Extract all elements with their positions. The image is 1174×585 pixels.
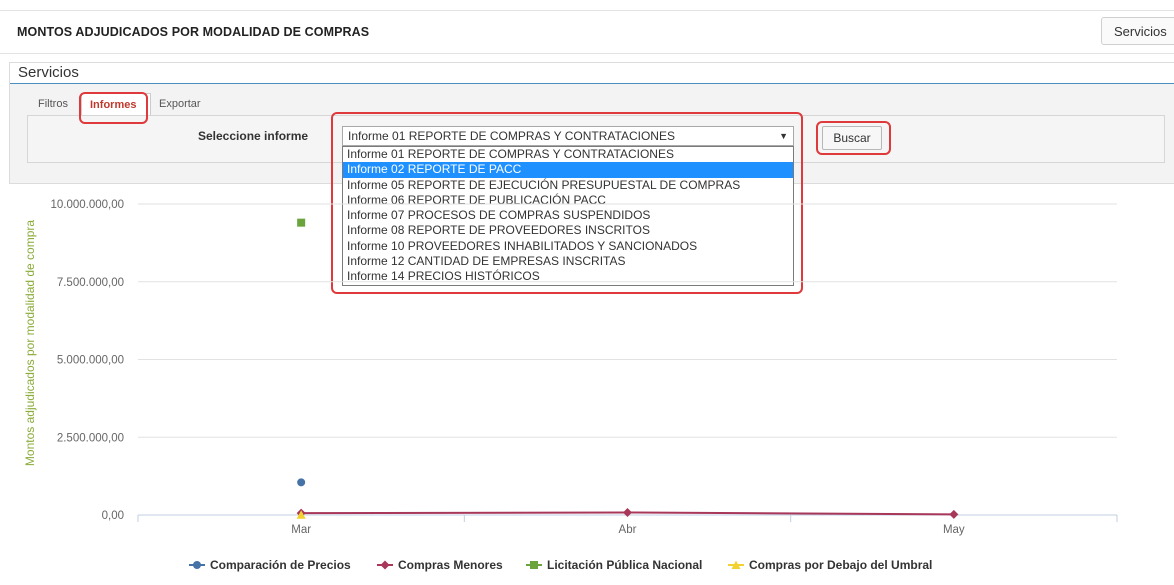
y-tick-label: 0,00 <box>102 510 124 522</box>
x-tick-label: Abr <box>619 524 637 536</box>
y-tick-label: 10.000.000,00 <box>50 199 124 211</box>
legend-square-marker-icon <box>526 561 542 569</box>
legend-item-licitacion[interactable]: Licitación Pública Nacional <box>525 556 702 574</box>
legend-label-licitacion: Licitación Pública Nacional <box>547 558 703 572</box>
legend-label-comparacion: Comparación de Precios <box>210 558 351 572</box>
data-point[interactable] <box>949 509 959 519</box>
chart-series <box>296 218 959 519</box>
legend-circle-marker-icon <box>189 561 205 569</box>
chart-x-axis: Mar Abr May <box>137 514 1118 536</box>
y-tick-label: 5.000.000,00 <box>57 355 124 367</box>
chart-grid <box>138 203 1117 438</box>
chart-area: Mar Abr May 0,00 2.500.000,00 5.000.000,00 7.… <box>23 199 1118 536</box>
legend-item-menores[interactable]: Compras Menores <box>376 556 503 574</box>
legend-triangle-marker-icon <box>728 560 744 569</box>
legend-diamond-marker-icon <box>377 560 393 570</box>
y-tick-label: 7.500.000,00 <box>57 277 124 289</box>
chart-y-ticks: 0,00 2.500.000,00 5.000.000,00 7.500.000,00… <box>50 199 124 522</box>
x-tick-label: May <box>943 524 965 536</box>
data-point[interactable] <box>297 478 306 487</box>
legend-label-umbral: Compras por Debajo del Umbral <box>749 558 933 572</box>
legend-item-umbral[interactable]: Compras por Debajo del Umbral <box>727 556 932 574</box>
data-point[interactable] <box>297 218 306 227</box>
legend-label-menores: Compras Menores <box>398 558 503 572</box>
legend-item-comparacion[interactable]: Comparación de Precios <box>188 556 351 574</box>
chart-y-axis-label: Montos adjudicados por modalidad de comp… <box>23 220 37 466</box>
x-tick-label: Mar <box>291 524 311 536</box>
y-tick-label: 2.500.000,00 <box>57 432 124 444</box>
data-point[interactable] <box>623 508 632 518</box>
